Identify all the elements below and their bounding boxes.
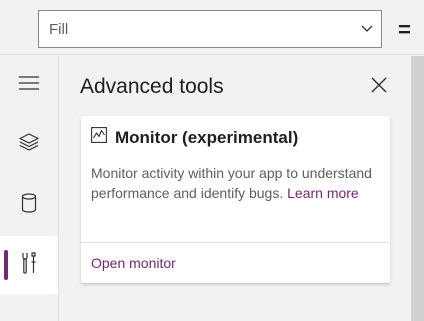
monitor-card: Monitor (experimental) Monitor activity … [81, 116, 390, 283]
open-monitor-link[interactable]: Open monitor [91, 255, 176, 271]
left-rail [0, 56, 59, 321]
advanced-tools-panel: Advanced tools Monitor (experimental) Mo… [60, 56, 411, 321]
learn-more-link[interactable]: Learn more [287, 185, 359, 201]
active-indicator [4, 250, 8, 280]
card-title: Monitor (experimental) [115, 127, 299, 147]
formula-bar: Fill = [0, 0, 424, 55]
chevron-down-icon [353, 11, 381, 47]
property-value: Fill [49, 20, 69, 38]
monitor-icon [91, 127, 107, 148]
advanced-tools-button[interactable] [0, 236, 58, 294]
card-divider [81, 242, 390, 243]
close-button[interactable] [368, 76, 390, 98]
card-description: Monitor activity within your app to unde… [91, 163, 381, 203]
data-button[interactable] [0, 176, 58, 234]
tree-view-button[interactable] [0, 115, 58, 173]
menu-button[interactable] [0, 56, 58, 114]
property-dropdown[interactable]: Fill [38, 10, 382, 48]
close-icon [371, 77, 387, 98]
card-header: Monitor (experimental) [91, 127, 298, 148]
panel-title: Advanced tools [80, 75, 224, 98]
database-icon [21, 192, 37, 218]
equals-sign: = [398, 17, 411, 42]
layers-icon [19, 132, 39, 157]
scrollbar[interactable] [411, 56, 424, 321]
tools-icon [20, 251, 38, 279]
hamburger-icon [19, 75, 39, 95]
